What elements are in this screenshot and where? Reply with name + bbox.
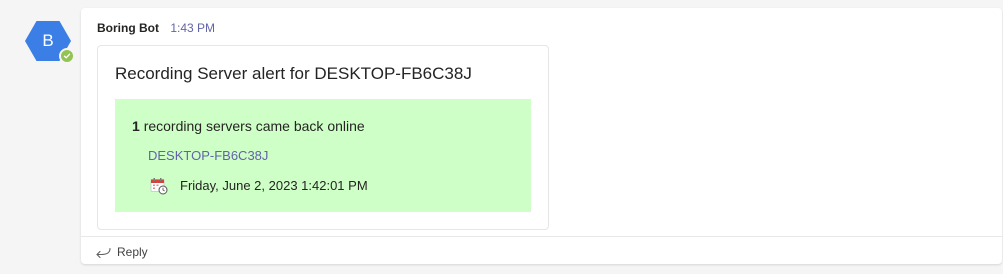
avatar[interactable]: B (25, 21, 75, 64)
reply-arrow-icon (96, 247, 111, 259)
alert-date: Friday, June 2, 2023 1:42:01 PM (180, 178, 368, 193)
card-title: Recording Server alert for DESKTOP-FB6C3… (115, 64, 472, 83)
adaptive-card: Recording Server alert for DESKTOP-FB6C3… (97, 45, 549, 230)
footer-divider (81, 236, 1002, 237)
reply-label: Reply (117, 245, 148, 259)
reply-button[interactable]: Reply (95, 243, 148, 261)
alert-text: recording servers came back online (143, 118, 365, 134)
message-timestamp[interactable]: 1:43 PM (170, 21, 215, 35)
message-bubble: Boring Bot 1:43 PM Recording Server aler… (81, 8, 1002, 264)
calendar-icon (150, 178, 168, 195)
message-header: Boring Bot 1:43 PM (97, 21, 215, 35)
alert-box: 1 recording servers came back online DES… (115, 99, 531, 212)
sender-name[interactable]: Boring Bot (97, 21, 159, 35)
server-link[interactable]: DESKTOP-FB6C38J (148, 148, 268, 163)
chat-thread: B Boring Bot 1:43 PM Recording Server al… (0, 0, 1003, 274)
alert-summary: 1 recording servers came back online (132, 118, 365, 134)
alert-count: 1 (132, 118, 140, 134)
presence-available-icon (59, 48, 75, 64)
